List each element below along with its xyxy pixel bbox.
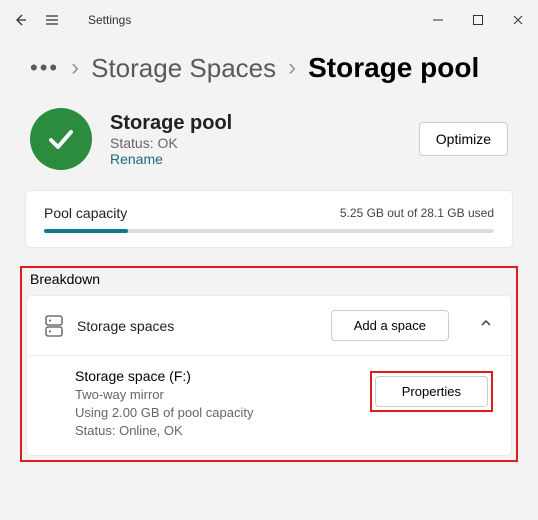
- pool-title: Storage pool: [110, 112, 401, 135]
- properties-button[interactable]: Properties: [375, 376, 488, 407]
- chevron-right-icon: ›: [288, 54, 296, 82]
- storage-spaces-card: Storage spaces Add a space Storage space…: [26, 295, 512, 456]
- add-space-button[interactable]: Add a space: [331, 310, 449, 341]
- capacity-value: 5.25 GB out of 28.1 GB used: [340, 206, 494, 220]
- pool-status: Status: OK: [110, 135, 401, 151]
- storage-space-item: Storage space (F:) Two-way mirror Using …: [27, 356, 511, 455]
- chevron-up-icon[interactable]: [479, 316, 493, 335]
- pool-info: Storage pool Status: OK Rename: [110, 112, 401, 167]
- capacity-bar-fill: [44, 229, 128, 233]
- storage-space-details: Storage space (F:) Two-way mirror Using …: [75, 368, 370, 441]
- chevron-right-icon: ›: [71, 54, 79, 82]
- titlebar: Settings: [0, 0, 538, 40]
- pool-capacity-card: Pool capacity 5.25 GB out of 28.1 GB use…: [25, 190, 513, 248]
- breakdown-title: Breakdown: [22, 271, 516, 295]
- optimize-button[interactable]: Optimize: [419, 122, 508, 156]
- app-title: Settings: [88, 13, 131, 27]
- storage-space-usage: Using 2.00 GB of pool capacity: [75, 404, 370, 422]
- storage-spaces-header[interactable]: Storage spaces Add a space: [27, 296, 511, 356]
- breadcrumb-more-icon[interactable]: •••: [30, 55, 59, 81]
- close-icon[interactable]: [510, 12, 526, 28]
- breadcrumb: ••• › Storage Spaces › Storage pool: [0, 40, 538, 102]
- window-controls: [430, 12, 526, 28]
- pool-header: Storage pool Status: OK Rename Optimize: [0, 102, 538, 190]
- titlebar-left: Settings: [12, 12, 131, 28]
- storage-space-mirror: Two-way mirror: [75, 386, 370, 404]
- capacity-bar: [44, 229, 494, 233]
- rename-link[interactable]: Rename: [110, 151, 401, 167]
- breadcrumb-parent[interactable]: Storage Spaces: [91, 53, 276, 84]
- breakdown-section: Breakdown Storage spaces Add a space Sto…: [20, 266, 518, 462]
- back-icon[interactable]: [12, 12, 28, 28]
- breadcrumb-current: Storage pool: [308, 52, 479, 84]
- check-circle-icon: [30, 108, 92, 170]
- storage-space-status: Status: Online, OK: [75, 422, 370, 440]
- minimize-icon[interactable]: [430, 12, 446, 28]
- hamburger-icon[interactable]: [44, 12, 60, 28]
- disk-icon: [45, 315, 63, 337]
- capacity-label: Pool capacity: [44, 205, 127, 221]
- storage-spaces-label: Storage spaces: [77, 318, 317, 334]
- properties-highlight: Properties: [370, 371, 493, 412]
- storage-space-name: Storage space (F:): [75, 368, 370, 384]
- maximize-icon[interactable]: [470, 12, 486, 28]
